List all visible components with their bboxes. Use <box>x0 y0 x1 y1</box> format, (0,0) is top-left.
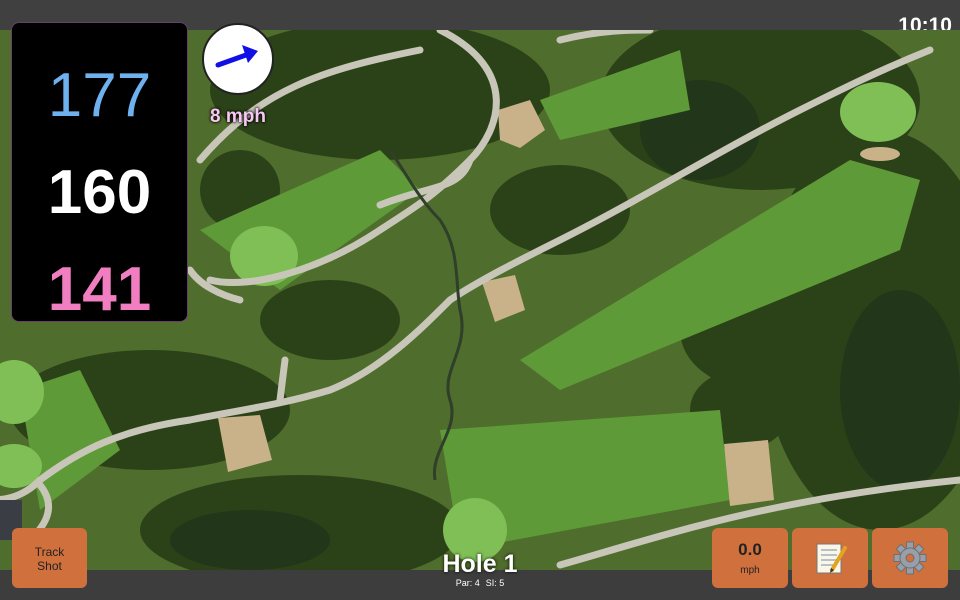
yardage-panel: 177 160 141 <box>11 22 188 322</box>
speed-button[interactable]: 0.0 mph <box>712 528 788 588</box>
settings-button[interactable] <box>872 528 948 588</box>
notepad-icon <box>816 543 847 574</box>
arrow-right-icon <box>215 45 258 68</box>
hole-par: Par: 4 <box>455 578 480 588</box>
front-yardage: 141 <box>47 255 152 324</box>
hole-title: Hole 1 <box>442 550 518 578</box>
notes-button[interactable] <box>792 528 868 588</box>
hole-info: Par: 4 SI: 5 <box>380 578 580 588</box>
hole-stroke-index: SI: 5 <box>485 578 505 588</box>
middle-yardage: 160 <box>47 158 152 227</box>
gear-icon <box>893 541 927 575</box>
back-yardage: 177 <box>47 61 152 130</box>
track-shot-label-line1: Track <box>34 545 65 559</box>
wind-indicator <box>202 23 274 95</box>
wind-speed-label: 8 mph <box>210 106 266 127</box>
speed-unit: mph <box>740 565 760 576</box>
track-shot-label-line2: Shot <box>37 559 62 573</box>
speed-value: 0.0 <box>738 540 762 559</box>
track-shot-button[interactable]: Track Shot <box>12 528 87 588</box>
